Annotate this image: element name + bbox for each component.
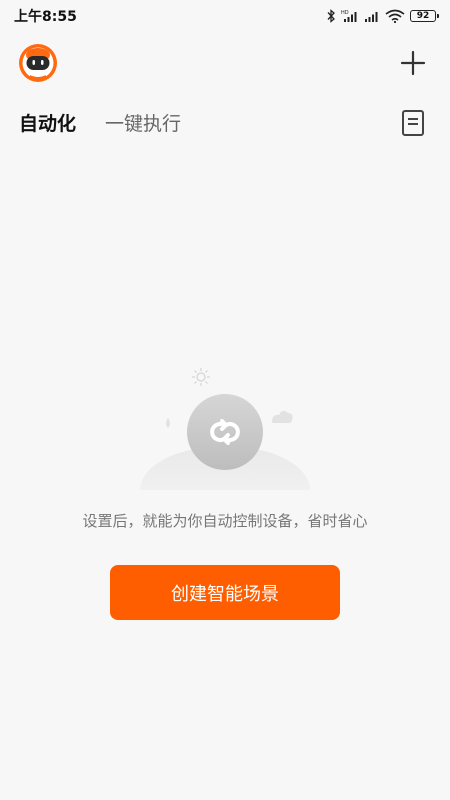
status-icons: HD 92 (326, 6, 439, 26)
battery-level: 92 (416, 11, 430, 21)
create-scene-button[interactable]: 创建智能场景 (110, 565, 340, 620)
battery-icon: 92 (410, 10, 439, 22)
status-time: 上午8:55 (14, 9, 77, 25)
tab-bar: 自动化 一键执行 (0, 105, 450, 145)
wifi-icon (385, 9, 405, 23)
empty-state-illustration (140, 368, 310, 490)
status-bar: 上午8:55 HD 92 (0, 0, 450, 32)
document-icon[interactable] (401, 109, 425, 137)
signal-icon (365, 12, 378, 22)
cloud-icon (272, 410, 293, 423)
empty-state-message: 设置后，就能为你自动控制设备，省时省心 (82, 512, 368, 530)
tab-automation[interactable]: 自动化 (19, 109, 76, 136)
signal-hd-icon: HD (341, 10, 357, 22)
bluetooth-icon (327, 9, 335, 23)
tab-one-click[interactable]: 一键执行 (105, 109, 181, 136)
plus-icon[interactable] (398, 48, 428, 78)
raindrop-icon (166, 418, 170, 428)
sun-icon (192, 368, 210, 386)
header (0, 40, 450, 90)
robot-avatar-icon[interactable] (18, 43, 58, 83)
svg-text:HD: HD (341, 10, 349, 16)
